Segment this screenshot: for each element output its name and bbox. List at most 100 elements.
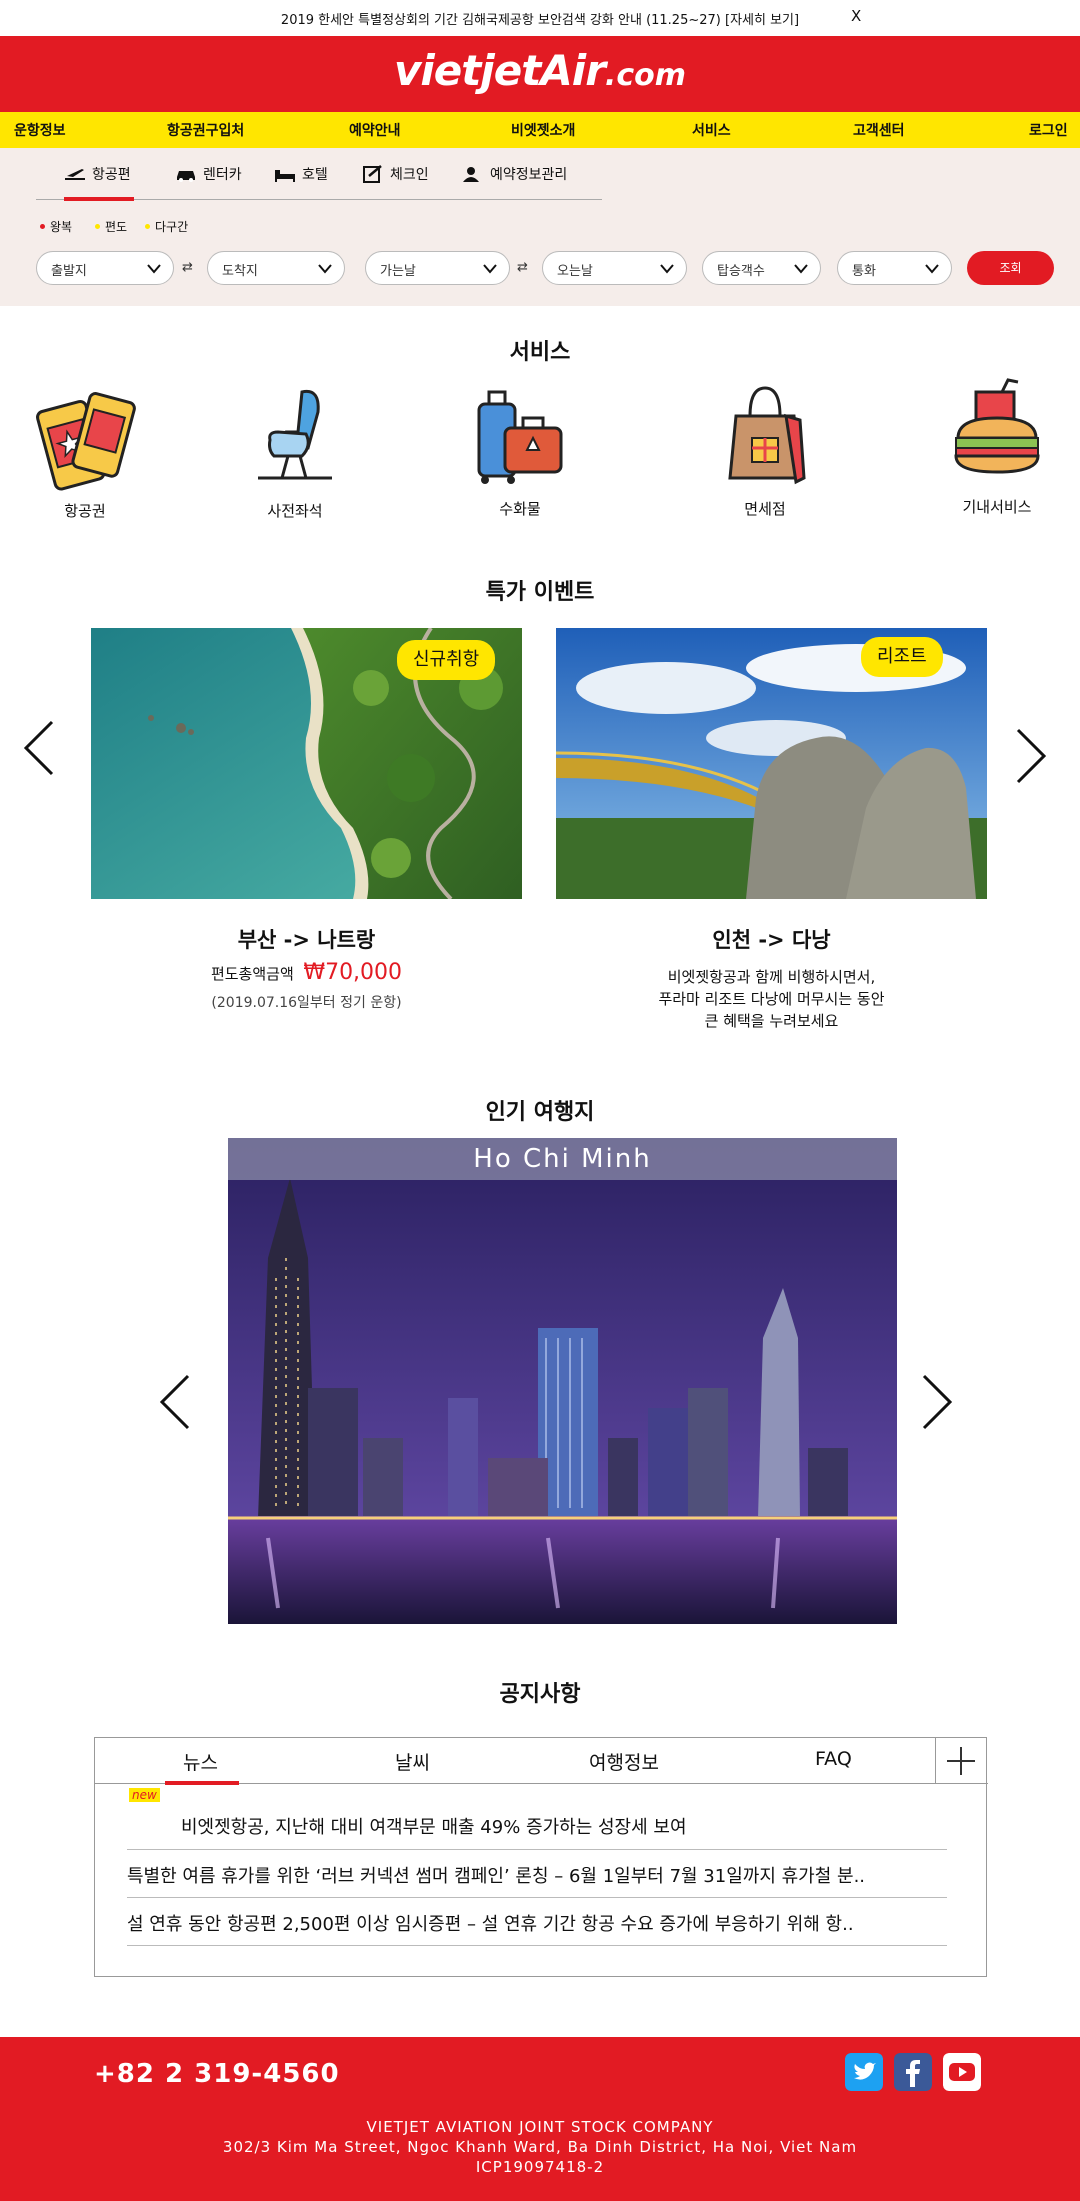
notice-item[interactable]: 설 연휴 동안 항공편 2,500편 이상 임시증편 – 설 연휴 기간 항공 … xyxy=(127,1910,947,1936)
chevron-down-icon xyxy=(318,264,332,274)
tab-flights[interactable]: 항공편 xyxy=(64,164,131,184)
twitter-icon[interactable] xyxy=(845,2053,883,2091)
footer-phone[interactable]: +82 2 319-4560 xyxy=(94,2059,340,2089)
event-danang-desc-3: 큰 혜택을 누려보세요 xyxy=(704,1012,839,1030)
event-danang-desc-2: 푸라마 리조트 다낭에 머무시는 동안 xyxy=(658,990,885,1008)
notice-item[interactable]: 비엣젯항공, 지난해 대비 여객부문 매출 49% 증가하는 성장세 보여 xyxy=(181,1813,941,1839)
trip-oneway-option[interactable]: 편도 xyxy=(95,218,127,235)
destination-select[interactable]: 도착지 xyxy=(207,251,345,285)
nav-customer-center[interactable]: 고객센터 xyxy=(853,120,905,140)
chevron-down-icon xyxy=(925,264,939,274)
service-ticket[interactable]: 항공권 xyxy=(10,382,160,521)
tab-news[interactable]: 뉴스 xyxy=(183,1748,218,1775)
trip-multicity-option[interactable]: 다구간 xyxy=(145,218,188,235)
service-inflight-label: 기내서비스 xyxy=(962,498,1032,516)
flight-search-panel: 항공편 렌터카 호텔 체크인 예약정보관리 왕복 편도 다구간 출발지 ⇄ 도착… xyxy=(0,148,1080,306)
youtube-icon[interactable] xyxy=(943,2053,981,2091)
notice-divider xyxy=(127,1849,947,1850)
active-notice-tab-indicator xyxy=(165,1781,239,1785)
event-badge-new-route: 신규취항 xyxy=(397,640,496,680)
swap-route-icon[interactable]: ⇄ xyxy=(182,260,193,275)
nav-booking-guide[interactable]: 예약안내 xyxy=(349,120,401,140)
tab-manage-booking[interactable]: 예약정보관리 xyxy=(462,164,567,184)
active-tab-indicator xyxy=(64,197,134,201)
chevron-down-icon xyxy=(660,264,674,274)
service-inflight[interactable]: 기내서비스 xyxy=(922,378,1072,517)
tab-flights-label: 항공편 xyxy=(92,167,131,183)
plane-icon xyxy=(65,169,85,180)
search-button[interactable]: 조회 xyxy=(967,251,1054,285)
chevron-down-icon xyxy=(483,264,497,274)
event-nhatrang-note: (2019.07.16일부터 정기 운항) xyxy=(211,995,402,1011)
notice-close-button[interactable]: X xyxy=(851,7,861,25)
trip-oneway-label: 편도 xyxy=(105,220,128,234)
origin-select[interactable]: 출발지 xyxy=(36,251,174,285)
notice-item[interactable]: 특별한 여름 휴가를 위한 ‘러브 커넥션 썸머 캠페인’ 론칭 – 6월 1일… xyxy=(127,1862,947,1888)
destination-select-label: 도착지 xyxy=(222,264,258,279)
more-plus-icon[interactable] xyxy=(936,1738,987,1783)
events-prev-arrow-icon[interactable] xyxy=(22,720,56,776)
swap-date-icon[interactable]: ⇄ xyxy=(517,260,528,275)
chevron-down-icon xyxy=(794,264,808,274)
tab-faq[interactable]: FAQ xyxy=(815,1748,852,1770)
notice-text[interactable]: 2019 한세안 특별정상회의 기간 김해국제공항 보안검색 강화 안내 (11… xyxy=(0,9,1080,28)
luggage-icon xyxy=(477,390,563,484)
nav-services[interactable]: 서비스 xyxy=(692,120,731,140)
service-baggage[interactable]: 수화물 xyxy=(445,380,595,519)
bed-icon xyxy=(275,170,295,182)
notice-divider xyxy=(127,1897,947,1898)
service-dutyfree[interactable]: 면세점 xyxy=(690,380,840,519)
tab-rentacar[interactable]: 렌터카 xyxy=(175,164,242,184)
events-next-arrow-icon[interactable] xyxy=(1014,728,1048,784)
site-header: vietjetAir.com xyxy=(0,36,1080,112)
depart-date-select[interactable]: 가는날 xyxy=(365,251,510,285)
currency-select[interactable]: 통화 xyxy=(837,251,952,285)
tab-hotel[interactable]: 호텔 xyxy=(274,164,328,184)
radio-dot xyxy=(95,224,100,229)
event-badge-resort: 리조트 xyxy=(861,637,943,677)
destination-prev-arrow-icon[interactable] xyxy=(158,1374,192,1430)
service-seat[interactable]: 사전좌석 xyxy=(220,382,370,521)
tab-rentacar-label: 렌터카 xyxy=(203,167,242,183)
facebook-icon[interactable] xyxy=(894,2053,932,2091)
passengers-select[interactable]: 탑승객수 xyxy=(702,251,821,285)
destination-slide-image[interactable]: Ho Chi Minh xyxy=(228,1138,897,1624)
services-title: 서비스 xyxy=(509,340,571,365)
top-notice-bar: 2019 한세안 특별정상회의 기간 김해국제공항 보안검색 강화 안내 (11… xyxy=(0,0,1080,36)
notices-panel: 뉴스 날씨 여행정보 FAQ new 비엣젯항공, 지난해 대비 여객부문 매출… xyxy=(94,1737,988,1977)
price-label: 편도총액금액 xyxy=(210,965,294,983)
events-title: 특가 이벤트 xyxy=(485,580,595,605)
tab-travel-info[interactable]: 여행정보 xyxy=(589,1748,659,1775)
nav-login[interactable]: 로그인 xyxy=(1029,120,1068,140)
tab-hotel-label: 호텔 xyxy=(302,167,328,183)
vietjet-logo[interactable]: vietjetAir.com xyxy=(0,46,1080,95)
footer-license: ICP19097418-2 xyxy=(475,2158,605,2176)
trip-roundtrip-option[interactable]: 왕복 xyxy=(40,218,72,235)
notices-title: 공지사항 xyxy=(499,1682,581,1707)
event-danang-title[interactable]: 인천 -> 다낭 xyxy=(556,924,987,954)
event-nhatrang-title[interactable]: 부산 -> 나트랑 xyxy=(91,924,522,954)
user-manage-icon xyxy=(463,167,479,182)
depart-date-label: 가는날 xyxy=(380,264,416,279)
service-dutyfree-label: 면세점 xyxy=(744,500,786,518)
site-footer: +82 2 319-4560 VIETJET AVIATION JOINT ST… xyxy=(0,2037,1080,2201)
checkin-icon xyxy=(363,165,382,183)
nav-flight-info[interactable]: 운항정보 xyxy=(14,120,66,140)
destination-next-arrow-icon[interactable] xyxy=(920,1374,954,1430)
trip-roundtrip-label: 왕복 xyxy=(50,220,73,234)
event-nhatrang-price-line: 편도총액금액 ₩70,000 xyxy=(91,962,522,985)
hochiminh-skyline-image xyxy=(228,1138,897,1624)
tab-checkin[interactable]: 체크인 xyxy=(362,164,429,184)
tab-weather[interactable]: 날씨 xyxy=(395,1748,430,1775)
trip-multicity-label: 다구간 xyxy=(155,220,189,234)
destinations-title: 인기 여행지 xyxy=(485,1100,595,1125)
nav-ticket-outlets[interactable]: 항공권구입처 xyxy=(167,120,244,140)
service-baggage-label: 수화물 xyxy=(499,500,541,518)
notice-divider xyxy=(127,1945,947,1946)
radio-dot-selected xyxy=(40,224,45,229)
footer-company: VIETJET AVIATION JOINT STOCK COMPANY xyxy=(366,2118,714,2136)
service-ticket-label: 항공권 xyxy=(64,502,106,520)
return-date-select[interactable]: 오는날 xyxy=(542,251,687,285)
meal-icon xyxy=(954,378,1040,474)
nav-about-vietjet[interactable]: 비엣젯소개 xyxy=(511,120,575,140)
